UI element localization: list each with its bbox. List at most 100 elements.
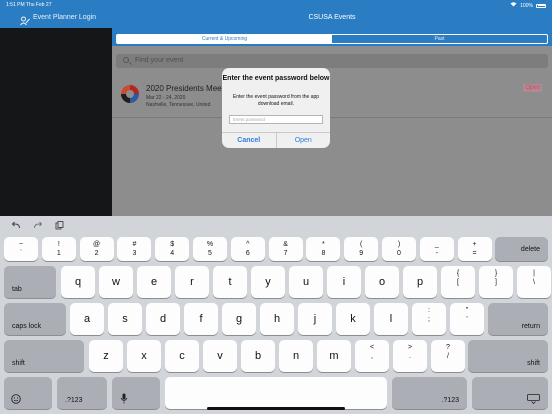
key-sym2-0[interactable]: {[ bbox=[441, 266, 475, 298]
tab-key[interactable]: tab bbox=[4, 266, 56, 298]
key-a[interactable]: a bbox=[70, 303, 104, 335]
redo-icon[interactable] bbox=[33, 221, 43, 232]
key-num-0-shift: ~ bbox=[18, 241, 24, 248]
home-indicator bbox=[207, 407, 345, 410]
key-z[interactable]: z bbox=[89, 340, 123, 372]
shift-left-key[interactable]: shift bbox=[4, 340, 84, 372]
key-num-11-shift: _ bbox=[434, 241, 439, 248]
return-label: return bbox=[521, 323, 540, 330]
key-num-10[interactable]: ) 0 bbox=[382, 237, 416, 261]
numbers-key-left[interactable]: .?123 bbox=[57, 377, 107, 409]
key-p-label: p bbox=[416, 276, 424, 288]
delete-key[interactable]: delete bbox=[495, 237, 548, 261]
key-num-12[interactable]: + = bbox=[457, 237, 492, 261]
key-num-12-base: = bbox=[472, 250, 477, 257]
key-sym4-0[interactable]: <, bbox=[355, 340, 389, 372]
key-v[interactable]: v bbox=[203, 340, 237, 372]
wifi-icon bbox=[510, 2, 517, 9]
open-button[interactable]: Open bbox=[277, 133, 331, 148]
key-q-label: q bbox=[74, 276, 82, 288]
key-num-7[interactable]: & 7 bbox=[268, 237, 303, 261]
key-y[interactable]: y bbox=[251, 266, 285, 298]
key-num-8[interactable]: * 8 bbox=[306, 237, 341, 261]
key-num-11-base: - bbox=[435, 250, 438, 257]
dialog-message: Enter the event password from the app do… bbox=[232, 94, 320, 107]
key-num-5-shift: % bbox=[206, 241, 214, 248]
key-sym2-2[interactable]: | \ bbox=[517, 266, 551, 298]
key-r[interactable]: r bbox=[175, 266, 209, 298]
event-row[interactable]: 2020 Presidents Meeti Mar 22 - 24, 2020 … bbox=[112, 78, 552, 118]
key-num-2[interactable]: @2 bbox=[79, 237, 114, 261]
password-input[interactable]: Event password bbox=[229, 115, 323, 124]
key-sym3-0[interactable]: :; bbox=[412, 303, 446, 335]
key-sym2-2-base: \ bbox=[533, 279, 535, 286]
key-i-label: i bbox=[342, 276, 346, 288]
event-dates: Mar 22 - 24, 2020 bbox=[146, 95, 186, 101]
key-d[interactable]: d bbox=[146, 303, 180, 335]
key-sym2-1[interactable]: }] bbox=[479, 266, 513, 298]
numbers-key-right[interactable]: .?123 bbox=[392, 377, 467, 409]
key-c[interactable]: c bbox=[165, 340, 199, 372]
tab-current-upcoming[interactable]: Current & Upcoming bbox=[117, 35, 332, 43]
key-j-label: j bbox=[313, 313, 317, 325]
key-e[interactable]: e bbox=[137, 266, 171, 298]
emoji-key[interactable] bbox=[4, 377, 52, 409]
key-num-12-shift: + bbox=[472, 241, 477, 248]
key-q[interactable]: q bbox=[61, 266, 95, 298]
key-y-label: y bbox=[265, 276, 271, 288]
dismiss-keyboard-key[interactable] bbox=[472, 377, 548, 409]
search-field[interactable]: Find your event bbox=[116, 54, 548, 68]
key-z-label: z bbox=[103, 350, 109, 362]
key-h[interactable]: h bbox=[260, 303, 294, 335]
key-sym3-0-base: ; bbox=[428, 316, 430, 323]
key-num-4[interactable]: $4 bbox=[155, 237, 190, 261]
paste-icon[interactable] bbox=[55, 221, 64, 232]
key-sym3-1[interactable]: " ' bbox=[450, 303, 484, 335]
main-panel: CSUSA Events Current & Upcoming Past Fin… bbox=[112, 0, 552, 216]
key-num-6[interactable]: ^ 6 bbox=[230, 237, 265, 261]
space-bar[interactable] bbox=[165, 377, 387, 409]
key-k[interactable]: k bbox=[336, 303, 370, 335]
caps-lock-key[interactable]: caps lock bbox=[4, 303, 66, 335]
tab-past[interactable]: Past bbox=[332, 35, 547, 43]
key-b[interactable]: b bbox=[241, 340, 275, 372]
key-a-label: a bbox=[83, 313, 91, 325]
key-p[interactable]: p bbox=[403, 266, 437, 298]
key-d-label: d bbox=[159, 313, 167, 325]
status-badge: Open bbox=[523, 84, 542, 92]
key-num-3[interactable]: #3 bbox=[117, 237, 152, 261]
key-x[interactable]: x bbox=[127, 340, 161, 372]
key-n[interactable]: n bbox=[279, 340, 313, 372]
return-key[interactable]: return bbox=[488, 303, 548, 335]
key-l[interactable]: l bbox=[374, 303, 408, 335]
key-g[interactable]: g bbox=[222, 303, 256, 335]
key-t[interactable]: t bbox=[213, 266, 247, 298]
key-num-9[interactable]: (9 bbox=[344, 237, 379, 261]
key-num-0[interactable]: ~ ` bbox=[4, 237, 38, 261]
cancel-button[interactable]: Cancel bbox=[222, 133, 277, 148]
key-sym4-2[interactable]: ? / bbox=[431, 340, 465, 372]
undo-icon[interactable] bbox=[11, 221, 21, 232]
key-num-7-base: 7 bbox=[283, 250, 288, 257]
key-sym4-2-base: / bbox=[447, 353, 449, 360]
key-num-1-shift: ! bbox=[57, 241, 60, 248]
key-m[interactable]: m bbox=[317, 340, 351, 372]
shift-right-key[interactable]: shift bbox=[468, 340, 548, 372]
key-f[interactable]: f bbox=[184, 303, 218, 335]
keyboard: ~ `! 1 @2 #3 $4% 5 ^ 6 & 7 * 8(9) 0 _ - + = delete tab q w e r t… bbox=[0, 216, 552, 414]
key-num-2-shift: @ bbox=[93, 241, 101, 248]
key-i[interactable]: i bbox=[327, 266, 361, 298]
dialog-title: Enter the event password below bbox=[222, 75, 330, 82]
key-o[interactable]: o bbox=[365, 266, 399, 298]
event-location: Nashville, Tennessee, United bbox=[146, 102, 211, 108]
key-u[interactable]: u bbox=[289, 266, 323, 298]
key-sym4-1-base: . bbox=[409, 353, 411, 360]
key-num-5[interactable]: % 5 bbox=[193, 237, 227, 261]
key-s[interactable]: s bbox=[108, 303, 142, 335]
key-sym4-1[interactable]: >. bbox=[393, 340, 427, 372]
dictation-key[interactable] bbox=[112, 377, 160, 409]
key-w[interactable]: w bbox=[99, 266, 133, 298]
key-num-1[interactable]: ! 1 bbox=[41, 237, 76, 261]
key-j[interactable]: j bbox=[298, 303, 332, 335]
key-num-11[interactable]: _ - bbox=[419, 237, 454, 261]
